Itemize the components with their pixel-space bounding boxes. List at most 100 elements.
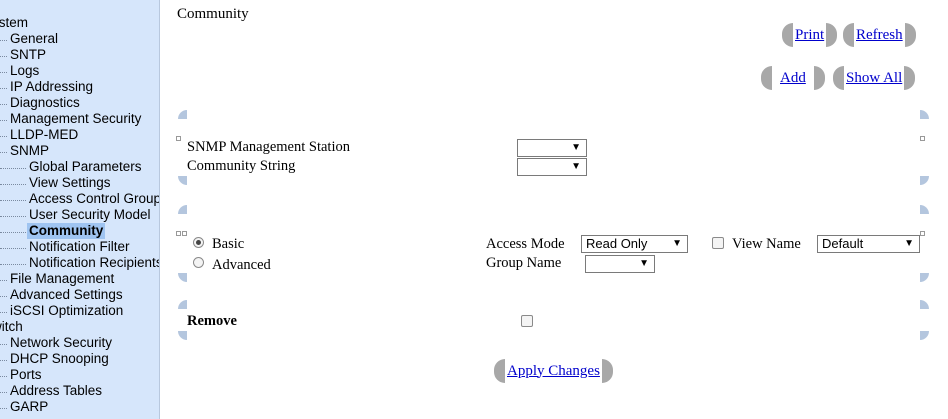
section-corner: [920, 273, 929, 282]
tree-connector: [0, 56, 7, 57]
section-marker: [176, 231, 181, 236]
tree-connector: [0, 344, 7, 345]
tree-item-notification-filter[interactable]: Notification Filter: [29, 239, 130, 255]
tree-connector: [0, 296, 7, 297]
dropdown-arrow-icon: ▼: [904, 238, 914, 249]
tree-connector: [0, 168, 26, 169]
station-select[interactable]: ▼: [517, 139, 587, 157]
tree-item-global-parameters[interactable]: Global Parameters: [29, 159, 142, 175]
refresh-button[interactable]: Refresh: [843, 23, 916, 47]
tree-item-witch[interactable]: witch: [0, 319, 23, 335]
tree-connector: [0, 200, 26, 201]
station-label: SNMP Management Station: [187, 139, 350, 155]
print-button[interactable]: Print: [782, 23, 838, 47]
tree-item-notification-recipients[interactable]: Notification Recipients: [29, 255, 159, 271]
show-all-button[interactable]: Show All: [833, 66, 916, 90]
remove-label: Remove: [187, 313, 237, 329]
section-corner: [920, 331, 929, 340]
advanced-label: Advanced: [212, 257, 271, 273]
access-mode-label: Access Mode: [486, 236, 565, 252]
access-mode-select[interactable]: Read Only ▼: [581, 235, 688, 253]
basic-label: Basic: [212, 236, 245, 252]
tree-connector: [0, 312, 7, 313]
tree-connector: [0, 280, 7, 281]
tree-item-user-security-model[interactable]: User Security Model: [29, 207, 151, 223]
section-marker: [176, 136, 181, 141]
tree-item-network-security[interactable]: Network Security: [10, 335, 112, 351]
tree-connector: [0, 152, 7, 153]
refresh-link[interactable]: Refresh: [854, 27, 905, 44]
tree-connector: [0, 264, 26, 265]
section-corner: [920, 205, 929, 214]
tree-connector: [0, 376, 7, 377]
tree-item-sntp[interactable]: SNTP: [10, 47, 46, 63]
nav-tree: eystemGeneralSNTPLogsIP AddressingDiagno…: [0, 0, 160, 419]
tree-connector: [0, 184, 26, 185]
tree-connector: [0, 216, 26, 217]
tree-item-view-settings[interactable]: View Settings: [29, 175, 111, 191]
tree-item-garp[interactable]: GARP: [10, 399, 48, 415]
community-select[interactable]: ▼: [517, 158, 587, 176]
group-name-label: Group Name: [486, 255, 562, 271]
add-link[interactable]: Add: [772, 70, 814, 87]
section-marker: [920, 231, 925, 236]
tree-connector: [0, 120, 7, 121]
view-name-label: View Name: [732, 236, 801, 252]
tree-item-iscsi-optimization[interactable]: iSCSI Optimization: [10, 303, 123, 319]
tree-item-community[interactable]: Community: [27, 223, 106, 239]
tree-connector: [0, 360, 7, 361]
apply-changes-link[interactable]: Apply Changes: [505, 363, 602, 380]
tree-item-general[interactable]: General: [10, 31, 58, 47]
section-corner: [920, 110, 929, 119]
tree-connector: [0, 232, 26, 233]
tree-connector: [0, 136, 7, 137]
section-corner: [920, 176, 929, 185]
tree-item-lldp-med[interactable]: LLDP-MED: [10, 127, 78, 143]
advanced-radio[interactable]: [193, 257, 204, 268]
print-link[interactable]: Print: [793, 27, 826, 44]
tree-item-snmp[interactable]: SNMP: [10, 143, 49, 159]
dropdown-arrow-icon: ▼: [672, 238, 682, 249]
tree-item-address-tables[interactable]: Address Tables: [10, 383, 102, 399]
tree-item-diagnostics[interactable]: Diagnostics: [10, 95, 80, 111]
tree-connector: [0, 40, 7, 41]
section-corner: [178, 300, 187, 309]
tree-item-file-management[interactable]: File Management: [10, 271, 114, 287]
section-corner: [920, 300, 929, 309]
tree-connector: [0, 248, 26, 249]
dropdown-arrow-icon: ▼: [571, 142, 581, 153]
tree-item-ip-addressing[interactable]: IP Addressing: [10, 79, 93, 95]
tree-item-access-control-group[interactable]: Access Control Group: [29, 191, 159, 207]
section-corner: [178, 110, 187, 119]
show-all-link[interactable]: Show All: [844, 70, 904, 87]
basic-radio[interactable]: [193, 237, 204, 248]
tree-connector: [0, 392, 7, 393]
tree-item-management-security[interactable]: Management Security: [10, 111, 141, 127]
tree-item-ports[interactable]: Ports: [10, 367, 42, 383]
apply-changes-button[interactable]: Apply Changes: [494, 359, 613, 383]
tree-item-dhcp-snooping[interactable]: DHCP Snooping: [10, 351, 109, 367]
section-marker: [920, 136, 925, 141]
view-name-select[interactable]: Default ▼: [817, 235, 920, 253]
tree-connector: [0, 104, 7, 105]
main-panel: Community Print Refresh Add Show All SNM…: [160, 0, 948, 419]
tree-item-ystem[interactable]: ystem: [0, 15, 28, 31]
remove-checkbox[interactable]: [521, 315, 533, 327]
tree-connector: [0, 88, 7, 89]
page-title: Community: [177, 6, 249, 22]
community-label: Community String: [187, 158, 296, 174]
add-button[interactable]: Add: [761, 66, 825, 90]
dropdown-arrow-icon: ▼: [639, 258, 649, 269]
tree-item-logs[interactable]: Logs: [10, 63, 39, 79]
view-name-checkbox[interactable]: [712, 237, 724, 249]
tree-connector: [0, 408, 7, 409]
group-name-select[interactable]: ▼: [585, 255, 655, 273]
section-marker: [182, 231, 187, 236]
section-corner: [178, 176, 187, 185]
tree-item-advanced-settings[interactable]: Advanced Settings: [10, 287, 123, 303]
tree-connector: [0, 72, 7, 73]
section-corner: [178, 205, 187, 214]
section-corner: [178, 331, 187, 340]
dropdown-arrow-icon: ▼: [571, 161, 581, 172]
section-corner: [178, 273, 187, 282]
